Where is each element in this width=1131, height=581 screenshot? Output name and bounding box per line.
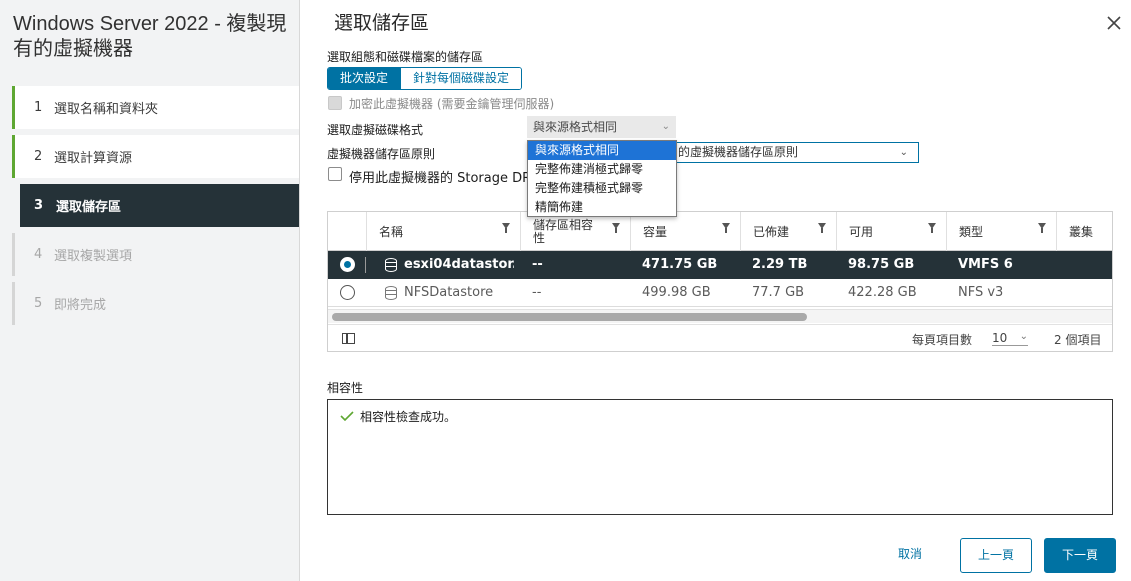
- column-header-type[interactable]: 類型: [946, 212, 1056, 251]
- filter-icon[interactable]: [818, 223, 826, 233]
- column-label: 容量: [643, 225, 668, 239]
- cell-free: 98.75 GB: [848, 257, 915, 272]
- per-page-label: 每頁項目數: [912, 333, 973, 347]
- step-label: 選取儲存區: [56, 200, 122, 215]
- horizontal-scrollbar[interactable]: [328, 309, 1112, 323]
- step-label: 即將完成: [54, 298, 107, 313]
- check-icon: [340, 411, 354, 421]
- column-header-free[interactable]: 可用: [836, 212, 946, 251]
- compatibility-message: 相容性檢查成功。: [360, 410, 457, 424]
- step-number: 5: [34, 296, 43, 311]
- disable-storage-drs-checkbox[interactable]: [328, 167, 342, 181]
- column-header-compat[interactable]: 儲存區相容性: [520, 212, 630, 251]
- datastore-grid: 名稱 儲存區相容性 容量 已佈建 可用 類型 叢集 esxi04datastor…: [327, 211, 1113, 352]
- column-header-cluster[interactable]: 叢集: [1056, 212, 1112, 251]
- compatibility-panel: 相容性檢查成功。: [327, 399, 1113, 515]
- wizard-step-5: 5 即將完成: [12, 282, 299, 325]
- disable-storage-drs-label: 停用此虛擬機器的 Storage DR: [349, 171, 532, 186]
- storage-policy-value: 的虛擬機器儲存區原則: [678, 145, 799, 159]
- format-option-same-as-source[interactable]: 與來源格式相同: [528, 141, 676, 160]
- table-row[interactable]: esxi04datastor... -- 471.75 GB 2.29 TB 9…: [328, 251, 1112, 279]
- per-page-value: 10: [992, 331, 1008, 345]
- encrypt-vm-label: 加密此虛擬機器 (需要金鑰管理伺服器): [349, 97, 555, 111]
- row-select-radio[interactable]: [340, 257, 355, 272]
- cell-capacity: 471.75 GB: [642, 257, 718, 272]
- wizard-title: Windows Server 2022 - 複製現有的虛擬機器: [13, 13, 287, 60]
- column-label: 類型: [959, 225, 984, 239]
- row-select-radio[interactable]: [340, 285, 355, 300]
- column-label: 已佈建: [753, 225, 790, 239]
- column-label: 儲存區相容性: [533, 217, 594, 245]
- table-row[interactable]: NFSDatastore -- 499.98 GB 77.7 GB 422.28…: [328, 279, 1112, 307]
- column-header-name[interactable]: 名稱: [366, 212, 520, 251]
- next-button[interactable]: 下一頁: [1044, 538, 1116, 573]
- cell-provisioned: 2.29 TB: [752, 257, 808, 272]
- filter-icon[interactable]: [1038, 223, 1046, 233]
- step-number: 3: [34, 198, 44, 213]
- chevron-down-icon: ⌄: [899, 147, 908, 158]
- wizard-step-1[interactable]: 1 選取名稱和資料夾: [12, 86, 299, 129]
- grid-footer: 每頁項目數 10 ⌄ 2 個項目: [328, 324, 1112, 351]
- storage-policy-label: 虛擬機器儲存區原則: [327, 147, 436, 161]
- wizard-step-4: 4 選取複製選項: [12, 233, 299, 276]
- step-number: 4: [34, 247, 43, 262]
- step-label: 選取複製選項: [54, 249, 133, 264]
- item-count: 2 個項目: [1054, 333, 1102, 347]
- chevron-down-icon: ⌄: [661, 121, 670, 132]
- per-page-select[interactable]: 10 ⌄: [992, 331, 1028, 346]
- wizard-sidebar: Windows Server 2022 - 複製現有的虛擬機器 1 選取名稱和資…: [0, 0, 300, 581]
- cell-name[interactable]: NFSDatastore: [404, 279, 514, 307]
- scrollbar-thumb[interactable]: [332, 313, 807, 321]
- cell-capacity: 499.98 GB: [642, 285, 711, 300]
- step-number: 2: [34, 149, 43, 164]
- format-option-thick-lazy[interactable]: 完整佈建消極式歸零: [528, 160, 676, 179]
- cell-compat: --: [532, 257, 543, 272]
- close-icon[interactable]: [1104, 14, 1124, 34]
- cell-type: VMFS 6: [958, 257, 1013, 272]
- format-option-thin[interactable]: 精簡佈建: [528, 198, 676, 217]
- cell-name[interactable]: esxi04datastor...: [404, 251, 514, 279]
- filter-icon[interactable]: [928, 223, 936, 233]
- disk-format-value: 與來源格式相同: [533, 120, 618, 134]
- step-number: 1: [34, 100, 43, 115]
- batch-config-button[interactable]: 批次設定: [328, 68, 401, 89]
- wizard-step-3[interactable]: 3 選取儲存區: [20, 184, 299, 227]
- step-label: 選取名稱和資料夾: [54, 102, 159, 117]
- cell-compat: --: [532, 285, 542, 300]
- encrypt-vm-checkbox[interactable]: [328, 96, 342, 110]
- disk-format-dropdown: 與來源格式相同 完整佈建消極式歸零 完整佈建積極式歸零 精簡佈建: [527, 140, 677, 217]
- column-toggle-icon[interactable]: [342, 333, 355, 344]
- cell-type: NFS v3: [958, 285, 1004, 300]
- datastore-icon: [385, 258, 397, 272]
- datastore-icon: [385, 286, 397, 300]
- cell-provisioned: 77.7 GB: [752, 285, 805, 300]
- step-label: 選取計算資源: [54, 151, 133, 166]
- config-mode-toggle: 批次設定 針對每個磁碟設定: [327, 67, 523, 90]
- column-label: 可用: [849, 225, 874, 239]
- cancel-button[interactable]: 取消: [880, 538, 940, 573]
- cell-free: 422.28 GB: [848, 285, 917, 300]
- per-disk-config-button[interactable]: 針對每個磁碟設定: [400, 68, 522, 89]
- chevron-down-icon: ⌄: [1019, 331, 1028, 342]
- back-button[interactable]: 上一頁: [960, 538, 1032, 573]
- column-label: 叢集: [1069, 225, 1094, 239]
- config-storage-label: 選取組態和磁碟檔案的儲存區: [327, 50, 484, 64]
- wizard-step-2[interactable]: 2 選取計算資源: [12, 135, 299, 178]
- disk-format-select[interactable]: 與來源格式相同 ⌄: [527, 116, 676, 138]
- format-option-thick-eager[interactable]: 完整佈建積極式歸零: [528, 179, 676, 198]
- column-label: 名稱: [379, 225, 404, 239]
- filter-icon[interactable]: [722, 223, 730, 233]
- filter-icon[interactable]: [502, 223, 510, 233]
- wizard-steps: 1 選取名稱和資料夾 2 選取計算資源 3 選取儲存區 4 選取複製選項 5 即…: [12, 86, 299, 331]
- compatibility-label: 相容性: [327, 381, 364, 395]
- column-header-capacity[interactable]: 容量: [630, 212, 740, 251]
- filter-icon[interactable]: [612, 223, 620, 233]
- disk-format-label: 選取虛擬磁碟格式: [327, 123, 424, 137]
- column-header-provisioned[interactable]: 已佈建: [740, 212, 836, 251]
- row-divider: [365, 257, 366, 273]
- grid-header: 名稱 儲存區相容性 容量 已佈建 可用 類型 叢集: [328, 212, 1112, 251]
- page-title: 選取儲存區: [334, 13, 430, 34]
